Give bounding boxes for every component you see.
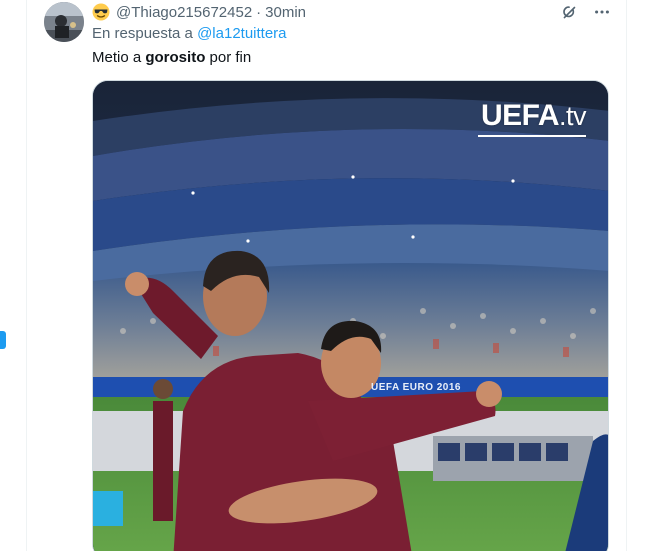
tweet-text-bold: gorosito bbox=[145, 49, 206, 66]
tweet-header: @Thiago215672452 · 30min bbox=[92, 2, 306, 22]
more-icon[interactable] bbox=[592, 2, 612, 22]
grok-icon[interactable] bbox=[560, 2, 580, 22]
video-frame bbox=[93, 81, 608, 551]
user-handle[interactable]: @Thiago215672452 bbox=[116, 4, 252, 21]
stadium-banner-text: UEFA EURO 2016 bbox=[371, 382, 461, 393]
tweet-video[interactable]: UEFA.tv UEFA EURO 2016 bbox=[92, 80, 609, 551]
tweet-text: Metio a gorosito por fin bbox=[92, 49, 251, 66]
watermark-suffix: .tv bbox=[558, 101, 587, 131]
reply-to-link[interactable]: @la12tuittera bbox=[197, 25, 286, 42]
reply-prefix: En respuesta a bbox=[92, 25, 198, 42]
uefa-tv-watermark: UEFA.tv bbox=[480, 99, 587, 133]
tweet-actions bbox=[560, 2, 612, 22]
tweet-time[interactable]: 30min bbox=[265, 4, 306, 21]
scroll-indicator bbox=[0, 331, 6, 349]
tweet[interactable]: @Thiago215672452 · 30min En respuesta a … bbox=[27, 0, 626, 551]
avatar[interactable] bbox=[44, 2, 84, 42]
tweet-text-after: por fin bbox=[205, 49, 252, 66]
timeline-border-right bbox=[626, 0, 627, 551]
sunglasses-emoji-icon bbox=[92, 3, 110, 21]
reply-context: En respuesta a @la12tuittera bbox=[92, 25, 287, 42]
header-separator: · bbox=[256, 3, 262, 21]
tweet-text-before: Metio a bbox=[92, 49, 146, 66]
watermark-underline bbox=[478, 135, 586, 137]
watermark-brand: UEFA bbox=[480, 99, 560, 132]
